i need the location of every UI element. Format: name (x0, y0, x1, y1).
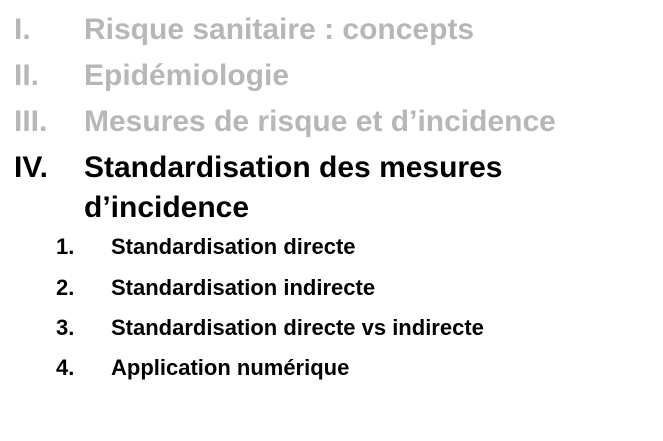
subitem-number: 3. (56, 315, 75, 340)
slide-outline: I. Risque sanitaire : concepts II. Epidé… (0, 0, 663, 441)
subitem-label: Application numérique (111, 355, 350, 380)
outline-item-label-line-1: Standardisation des mesures (84, 151, 503, 184)
subitem-label: Standardisation directe vs indirecte (111, 315, 484, 340)
subitem-number: 2. (56, 275, 75, 300)
subitem-number: 4. (56, 355, 75, 380)
outline-item-label: Risque sanitaire : concepts (84, 13, 475, 46)
subitem-label: Standardisation directe (111, 234, 356, 259)
outline-item-label: Standardisation des mesures d’incidence (84, 148, 502, 228)
subitem-number: 1. (56, 234, 75, 259)
outline-item-number: II. (14, 59, 40, 92)
outline-item-label: Mesures de risque et d’incidence (84, 105, 556, 138)
outline-item-number: III. (14, 105, 48, 138)
outline-item-label: Epidémiologie (84, 59, 290, 92)
outline-item-number: I. (14, 13, 31, 46)
outline-item-number: IV. (14, 151, 48, 184)
outline-item-label-line-2: d’incidence (84, 191, 250, 224)
subitem-label: Standardisation indirecte (111, 275, 376, 300)
